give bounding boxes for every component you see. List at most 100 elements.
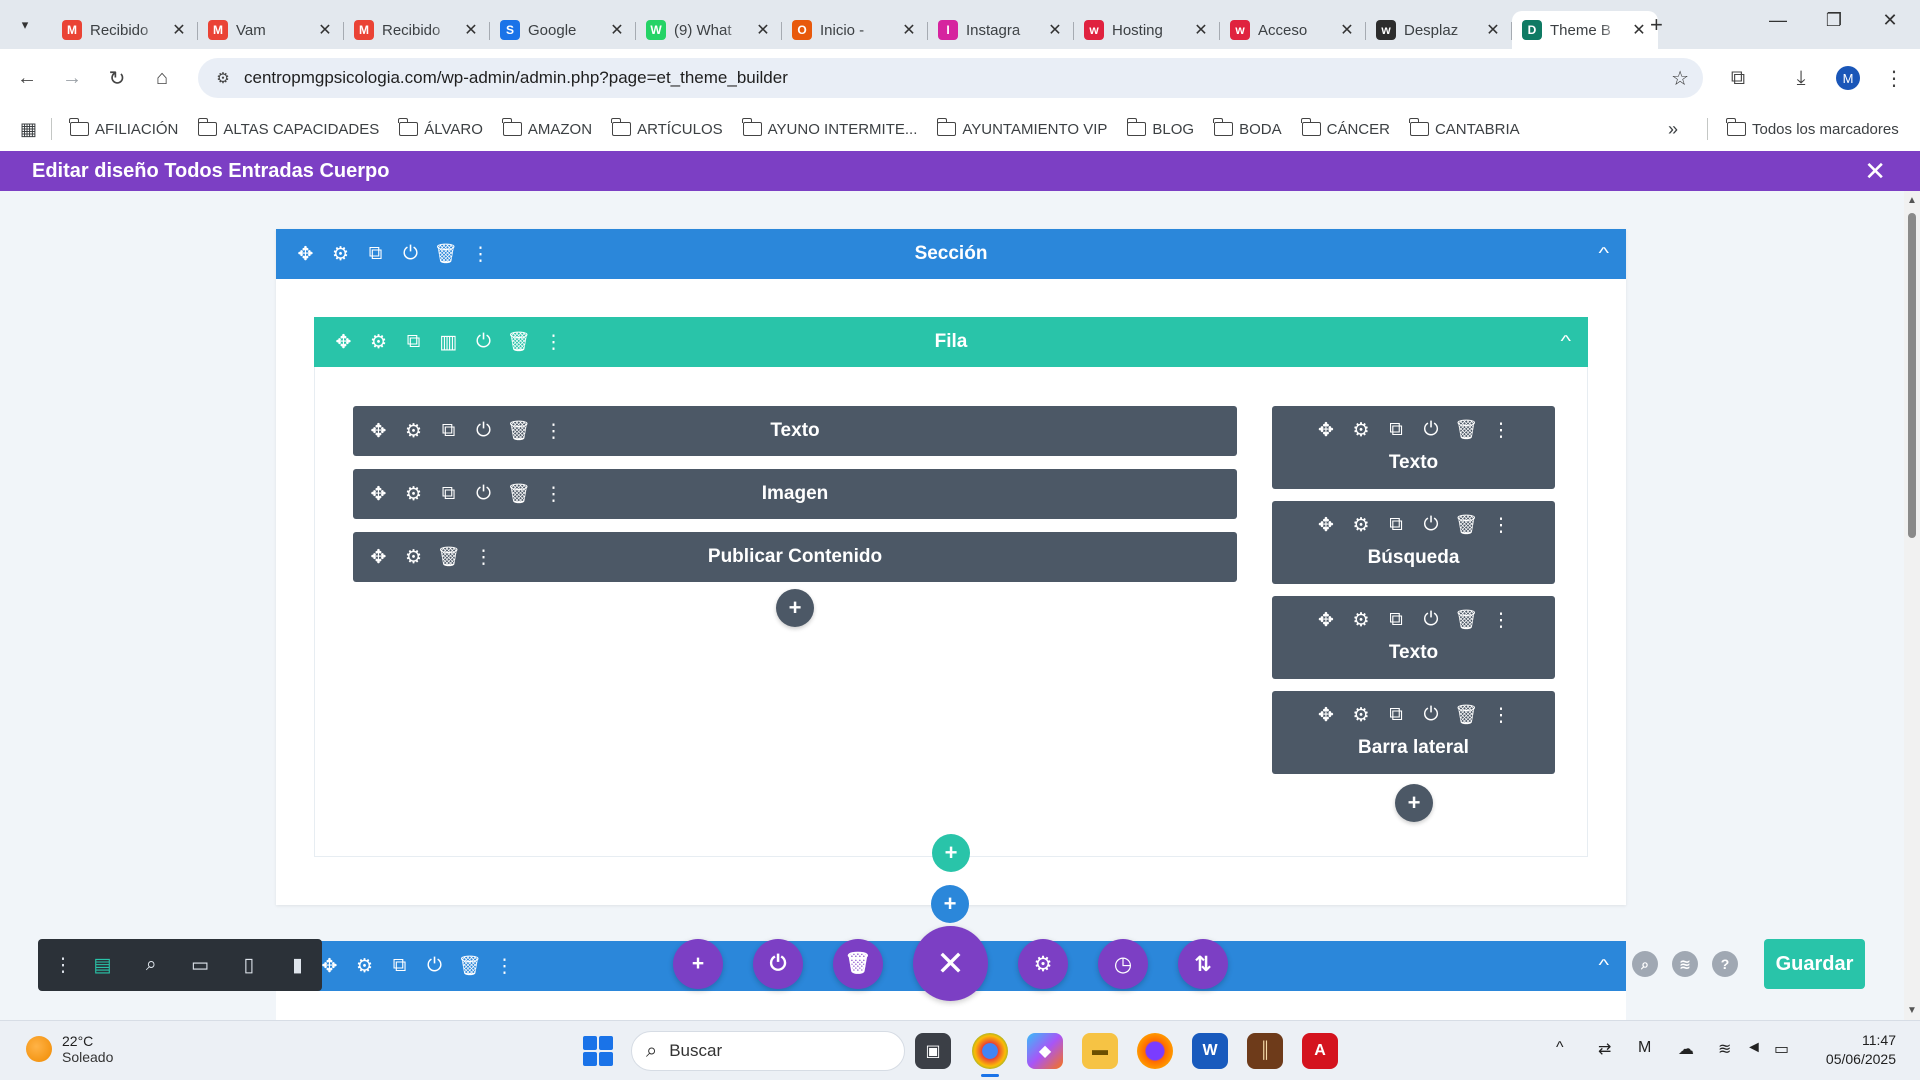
collapse-chevron-icon[interactable]: ^ [1561, 333, 1572, 351]
move-icon[interactable]: ✥ [1309, 507, 1344, 543]
scroll-down-arrow-icon[interactable]: ▼ [1907, 1005, 1917, 1016]
bookmark-folder[interactable]: CÁNCER [1292, 118, 1400, 138]
new-tab-plus-icon[interactable]: + [1650, 12, 1663, 38]
gear-icon[interactable]: ⚙ [1344, 412, 1379, 448]
add-plus-button[interactable]: + [673, 939, 723, 989]
layers-icon[interactable]: ≋ [1672, 951, 1698, 977]
module-publicar-contenido[interactable]: ✥ ⚙ 🗑 ⋮ Publicar Contenido [353, 532, 1237, 582]
duplicate-icon[interactable]: ⧉ [1379, 507, 1414, 543]
battery-icon[interactable]: ▭ [1774, 1039, 1789, 1059]
trash-icon[interactable]: 🗑 [452, 948, 487, 984]
module-texto[interactable]: ✥ ⚙ ⧉ ⏻ 🗑 ⋮ Texto [353, 406, 1237, 456]
bookmark-folder[interactable]: ARTÍCULOS [602, 118, 733, 138]
move-icon[interactable]: ✥ [361, 539, 396, 575]
trash-icon[interactable]: 🗑 [501, 476, 536, 512]
more-options-icon[interactable]: ⋮ [1484, 697, 1519, 733]
move-icon[interactable]: ✥ [361, 476, 396, 512]
browser-tab[interactable]: M Recibido ✕ [344, 11, 490, 49]
browser-tab[interactable]: W (9) What ✕ [636, 11, 782, 49]
trash-icon[interactable]: 🗑 [1449, 412, 1484, 448]
save-button[interactable]: Guardar [1764, 939, 1865, 989]
tab-close-icon[interactable]: ✕ [900, 20, 918, 40]
more-options-icon[interactable]: ⋮ [1484, 602, 1519, 638]
chrome-icon[interactable] [972, 1033, 1008, 1069]
more-options-icon[interactable]: ⋮ [1484, 507, 1519, 543]
duplicate-icon[interactable]: ⧉ [382, 948, 417, 984]
browser-tab[interactable]: M Recibido ✕ [52, 11, 198, 49]
scrollbar-thumb[interactable] [1908, 213, 1916, 538]
add-module-button[interactable]: + [776, 589, 814, 627]
more-options-icon[interactable]: ⋮ [466, 539, 501, 575]
more-bookmarks-chevron-icon[interactable]: » [1668, 119, 1678, 140]
bookmark-folder[interactable]: CANTABRIA [1400, 118, 1530, 138]
all-bookmarks-folder[interactable]: Todos los marcadores [1717, 118, 1909, 138]
tray-gmail-icon[interactable]: M [1638, 1039, 1651, 1057]
move-icon[interactable]: ✥ [312, 948, 347, 984]
row-toolbar[interactable]: ✥ ⚙ ⧉ ▥ ⏻ 🗑 ⋮ Fila ^ [314, 317, 1588, 367]
duplicate-icon[interactable]: ⧉ [431, 413, 466, 449]
system-clock[interactable]: 11:47 05/06/2025 [1806, 1031, 1896, 1069]
bookmark-folder[interactable]: AMAZON [493, 118, 602, 138]
forward-arrow-icon[interactable]: → [57, 63, 87, 93]
tray-onedrive-icon[interactable]: ☁ [1678, 1039, 1694, 1059]
home-icon[interactable]: ⌂ [147, 63, 177, 93]
tab-search-chevron-icon[interactable]: ▾ [10, 10, 40, 40]
close-settings-bar-button[interactable]: ✕ [913, 926, 988, 1001]
windows-start-icon[interactable] [583, 1036, 613, 1066]
window-close-icon[interactable]: ✕ [1870, 10, 1910, 31]
section-toolbar[interactable]: ✥ ⚙ ⧉ ⏻ 🗑 ⋮ Sección ^ [276, 229, 1626, 279]
more-options-icon[interactable]: ⋮ [536, 413, 571, 449]
more-options-icon[interactable]: ⋮ [463, 236, 498, 272]
columns-icon[interactable]: ▥ [431, 324, 466, 360]
task-view-icon[interactable]: ▣ [915, 1033, 951, 1069]
add-row-button[interactable]: + [932, 834, 970, 872]
duplicate-icon[interactable]: ⧉ [431, 476, 466, 512]
tablet-view-icon[interactable]: ▯ [224, 945, 273, 985]
duplicate-icon[interactable]: ⧉ [396, 324, 431, 360]
tab-close-icon[interactable]: ✕ [462, 20, 480, 40]
module-busqueda[interactable]: ✥ ⚙ ⧉ ⏻ 🗑 ⋮ Búsqueda [1272, 501, 1555, 584]
tab-close-icon[interactable]: ✕ [170, 20, 188, 40]
tray-overflow-chevron-icon[interactable]: ^ [1556, 1039, 1564, 1057]
clear-layout-trash-button[interactable]: 🗑 [833, 939, 883, 989]
bookmark-folder[interactable]: BODA [1204, 118, 1292, 138]
history-clock-button[interactable]: ◷ [1098, 939, 1148, 989]
duplicate-icon[interactable]: ⧉ [1379, 602, 1414, 638]
browser-tab[interactable]: M Vam ✕ [198, 11, 344, 49]
profile-avatar[interactable]: M [1836, 66, 1860, 90]
tab-close-icon[interactable]: ✕ [754, 20, 772, 40]
restore-icon[interactable]: ❐ [1814, 10, 1854, 31]
search-modules-icon[interactable]: ⌕ [1632, 951, 1658, 977]
builder-close-icon[interactable]: ✕ [1864, 156, 1886, 187]
browser-tab[interactable]: w Desplaz ✕ [1366, 11, 1512, 49]
tab-close-icon[interactable]: ✕ [316, 20, 334, 40]
tab-close-icon[interactable]: ✕ [1338, 20, 1356, 40]
duplicate-icon[interactable]: ⧉ [1379, 412, 1414, 448]
browser-tab[interactable]: O Inicio - ✕ [782, 11, 928, 49]
power-icon[interactable]: ⏻ [417, 948, 452, 984]
more-options-icon[interactable]: ⋮ [536, 324, 571, 360]
more-options-icon[interactable]: ⋮ [536, 476, 571, 512]
collapse-chevron-icon[interactable]: ^ [1599, 957, 1610, 975]
tab-close-icon[interactable]: ✕ [1484, 20, 1502, 40]
back-arrow-icon[interactable]: ← [12, 63, 42, 93]
power-icon[interactable]: ⏻ [393, 236, 428, 272]
gear-icon[interactable]: ⚙ [396, 539, 431, 575]
more-options-icon[interactable]: ⋮ [487, 948, 522, 984]
trash-icon[interactable]: 🗑 [1449, 697, 1484, 733]
bookmark-folder[interactable]: ALTAS CAPACIDADES [188, 118, 389, 138]
file-explorer-icon[interactable]: ▬ [1082, 1033, 1118, 1069]
reload-icon[interactable]: ↻ [102, 63, 132, 93]
move-icon[interactable]: ✥ [288, 236, 323, 272]
help-question-icon[interactable]: ? [1712, 951, 1738, 977]
apps-grid-icon[interactable]: ▦ [0, 119, 51, 140]
module-texto-sidebar-2[interactable]: ✥ ⚙ ⧉ ⏻ 🗑 ⋮ Texto [1272, 596, 1555, 679]
acrobat-icon[interactable]: A [1302, 1033, 1338, 1069]
trash-icon[interactable]: 🗑 [431, 539, 466, 575]
browser-tab[interactable]: w Acceso ✕ [1220, 11, 1366, 49]
module-imagen[interactable]: ✥ ⚙ ⧉ ⏻ 🗑 ⋮ Imagen [353, 469, 1237, 519]
power-icon[interactable]: ⏻ [1414, 602, 1449, 638]
gear-icon[interactable]: ⚙ [1344, 602, 1379, 638]
firefox-icon[interactable] [1137, 1033, 1173, 1069]
address-url[interactable]: centropmgpsicologia.com/wp-admin/admin.p… [244, 68, 788, 88]
